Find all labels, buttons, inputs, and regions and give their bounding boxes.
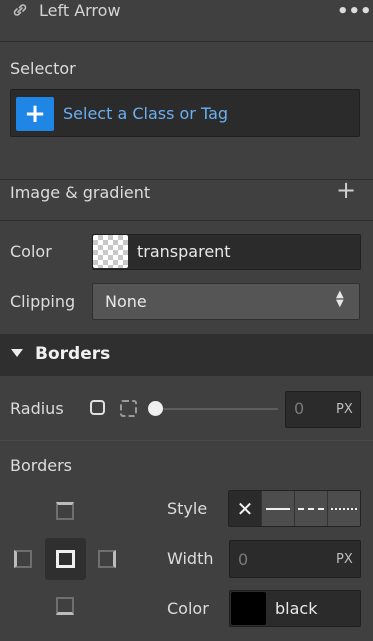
radius-unit[interactable]: PX	[336, 402, 353, 417]
border-width-value[interactable]: 0	[238, 550, 248, 569]
selector-placeholder[interactable]: Select a Class or Tag	[63, 104, 228, 123]
radius-slider-track[interactable]	[156, 408, 278, 410]
border-color-label: Color	[167, 599, 209, 618]
caret-down-icon[interactable]	[11, 349, 23, 357]
divider	[0, 440, 373, 441]
transparent-swatch[interactable]	[93, 235, 128, 268]
width-label: Width	[167, 549, 214, 568]
color-label: Color	[10, 242, 52, 261]
border-style-group[interactable]: ✕	[228, 490, 361, 527]
dotted-line-icon	[331, 507, 357, 510]
radius-label: Radius	[10, 399, 64, 418]
border-left-icon[interactable]	[14, 550, 32, 568]
border-top-icon[interactable]	[56, 502, 74, 520]
border-all-icon[interactable]	[56, 550, 75, 568]
add-selector-button[interactable]: +	[16, 97, 54, 131]
style-dashed-button[interactable]	[294, 491, 327, 526]
border-right-icon[interactable]	[98, 550, 116, 568]
plus-icon: +	[24, 99, 46, 129]
style-dotted-button[interactable]	[327, 491, 360, 526]
border-color-swatch[interactable]	[231, 592, 266, 625]
style-solid-button[interactable]	[261, 491, 294, 526]
clipping-value[interactable]: None	[105, 292, 147, 311]
borders-section-title[interactable]: Borders	[35, 344, 110, 364]
divider	[0, 41, 373, 42]
radius-value[interactable]: 0	[294, 399, 304, 418]
add-image-gradient-icon[interactable]: +	[336, 178, 356, 202]
style-label: Style	[167, 499, 208, 518]
border-bottom-icon[interactable]	[56, 597, 74, 615]
clipping-label: Clipping	[10, 292, 76, 311]
radius-individual-icon[interactable]	[120, 400, 137, 417]
link-icon	[13, 4, 27, 16]
selector-label: Selector	[10, 59, 76, 78]
color-value[interactable]: transparent	[137, 242, 231, 261]
close-icon: ✕	[236, 496, 254, 521]
border-width-unit[interactable]: PX	[336, 552, 353, 567]
style-none-button[interactable]: ✕	[229, 491, 261, 526]
border-color-value[interactable]: black	[275, 599, 317, 618]
divider	[0, 179, 373, 180]
image-gradient-label: Image & gradient	[10, 183, 151, 202]
select-arrows-icon: ▲ ▼	[336, 289, 344, 309]
more-options-icon[interactable]: •••	[337, 1, 372, 22]
solid-line-icon	[266, 507, 290, 510]
element-name: Left Arrow	[39, 1, 121, 20]
radius-slider-thumb[interactable]	[148, 401, 163, 416]
divider	[0, 220, 373, 221]
radius-all-icon[interactable]	[90, 400, 105, 415]
borders-label: Borders	[10, 456, 72, 475]
dashed-line-icon	[298, 507, 324, 510]
